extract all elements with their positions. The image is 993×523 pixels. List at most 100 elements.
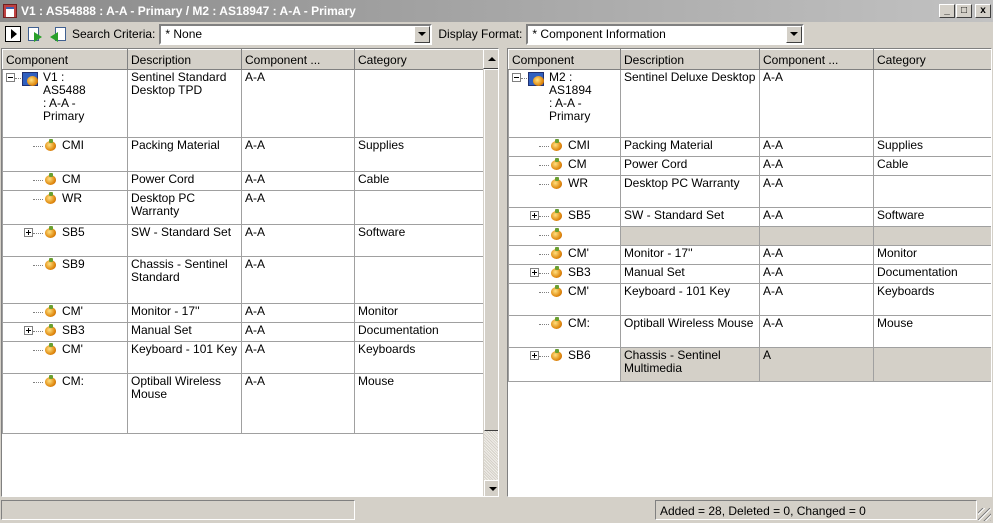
part-icon xyxy=(44,173,58,186)
resize-grip-icon[interactable] xyxy=(978,508,991,521)
chevron-down-icon[interactable] xyxy=(414,25,431,43)
table-row[interactable]: CM Power Cord A-A Cable xyxy=(508,156,991,176)
part-icon xyxy=(44,192,58,205)
revision-cell: A-A xyxy=(241,341,355,374)
category-cell xyxy=(873,226,991,246)
document-export-icon xyxy=(27,26,43,42)
component-id: M2 : AS1894 : A-A - Primary xyxy=(549,70,592,123)
revision-cell: A-A xyxy=(241,303,355,323)
revision-cell: A-A xyxy=(759,207,874,227)
component-id: SB5 xyxy=(568,208,591,222)
left-comparison-pane[interactable]: Component Description Component ... Cate… xyxy=(1,48,499,497)
part-icon xyxy=(550,247,564,260)
column-header-component[interactable]: Component xyxy=(2,49,128,70)
part-icon xyxy=(550,266,564,279)
component-id: WR xyxy=(568,176,588,190)
component-id: CM xyxy=(568,157,587,171)
expand-icon[interactable] xyxy=(24,326,33,335)
column-header-category[interactable]: Category xyxy=(873,49,991,70)
maximize-button[interactable]: □ xyxy=(956,4,972,18)
table-row[interactable]: CMI Packing Material A-A Supplies xyxy=(508,137,991,157)
search-criteria-select[interactable]: * None xyxy=(159,23,433,45)
table-row[interactable]: CM' Keyboard - 101 Key A-A Keyboards xyxy=(2,341,484,374)
scroll-up-top-icon[interactable] xyxy=(483,49,498,69)
revision-cell: A-A xyxy=(241,322,355,342)
description-cell: Monitor - 17'' xyxy=(127,303,242,323)
description-cell: Manual Set xyxy=(127,322,242,342)
table-row[interactable]: CM' Keyboard - 101 Key A-A Keyboards xyxy=(508,283,991,316)
scroll-down-button[interactable] xyxy=(484,480,498,496)
table-row[interactable]: CM: Optiball Wireless Mouse A-A Mouse xyxy=(2,373,484,434)
column-header-category[interactable]: Category xyxy=(354,49,484,70)
collapse-icon[interactable] xyxy=(512,73,521,82)
category-cell xyxy=(354,256,484,304)
chevron-down-icon[interactable] xyxy=(786,25,803,43)
category-cell: Mouse xyxy=(354,373,484,434)
import-button[interactable] xyxy=(48,25,66,43)
category-cell: Documentation xyxy=(354,322,484,342)
close-button[interactable]: x xyxy=(975,4,991,18)
revision-cell: A-A xyxy=(241,171,355,191)
toolbar: Search Criteria: * None Display Format: … xyxy=(0,22,993,46)
column-header-revision[interactable]: Component ... xyxy=(241,49,355,70)
expand-icon[interactable] xyxy=(530,268,539,277)
description-cell: Chassis - Sentinel Standard xyxy=(127,256,242,304)
table-row[interactable]: CMI Packing Material A-A Supplies xyxy=(2,137,484,172)
revision-cell: A-A xyxy=(241,190,355,225)
category-cell xyxy=(354,69,484,138)
display-format-select[interactable]: * Component Information xyxy=(526,23,805,45)
description-cell: Monitor - 17'' xyxy=(620,245,760,265)
description-cell: Power Cord xyxy=(127,171,242,191)
display-format-value: * Component Information xyxy=(532,27,666,41)
table-row[interactable]: CM: Optiball Wireless Mouse A-A Mouse xyxy=(508,315,991,348)
export-button[interactable] xyxy=(26,25,44,43)
table-row-changed[interactable]: SB6 Chassis - Sentinel Multimedia A xyxy=(508,347,991,382)
category-cell: Supplies xyxy=(873,137,991,157)
expand-icon[interactable] xyxy=(530,351,539,360)
table-row-placeholder[interactable] xyxy=(508,226,991,246)
table-row[interactable]: CM' Monitor - 17'' A-A Monitor xyxy=(2,303,484,323)
category-cell: Cable xyxy=(873,156,991,176)
description-cell: Packing Material xyxy=(620,137,760,157)
status-panel-left xyxy=(1,500,355,520)
revision-cell xyxy=(759,226,874,246)
table-row[interactable]: V1 : AS5488 : A-A - Primary Sentinel Sta… xyxy=(2,69,484,138)
revision-cell: A-A xyxy=(759,264,874,284)
description-cell: Manual Set xyxy=(620,264,760,284)
table-row[interactable]: SB3 Manual Set A-A Documentation xyxy=(2,322,484,342)
table-row[interactable]: WR Desktop PC Warranty A-A xyxy=(508,175,991,208)
revision-cell: A-A xyxy=(759,283,874,316)
column-header-component[interactable]: Component xyxy=(508,49,621,70)
component-id: CM: xyxy=(62,374,84,388)
collapse-icon[interactable] xyxy=(6,73,15,82)
expand-icon[interactable] xyxy=(24,228,33,237)
play-button[interactable] xyxy=(4,25,22,43)
table-row[interactable]: CM' Monitor - 17'' A-A Monitor xyxy=(508,245,991,265)
expand-icon[interactable] xyxy=(530,211,539,220)
description-cell: SW - Standard Set xyxy=(127,224,242,257)
category-cell: Software xyxy=(354,224,484,257)
category-cell: Documentation xyxy=(873,264,991,284)
part-icon xyxy=(44,324,58,337)
vertical-scrollbar[interactable] xyxy=(483,69,498,496)
column-header-description[interactable]: Description xyxy=(127,49,242,70)
description-cell: Desktop PC Warranty xyxy=(620,175,760,208)
component-id: SB5 xyxy=(62,225,85,239)
category-cell xyxy=(873,69,991,138)
table-row[interactable]: SB3 Manual Set A-A Documentation xyxy=(508,264,991,284)
minimize-button[interactable]: _ xyxy=(939,4,955,18)
part-icon xyxy=(44,139,58,152)
table-row[interactable]: WR Desktop PC Warranty A-A xyxy=(2,190,484,225)
revision-cell: A-A xyxy=(759,245,874,265)
table-row[interactable]: SB5 SW - Standard Set A-A Software xyxy=(508,207,991,227)
title-bar: V1 : AS54888 : A-A - Primary / M2 : AS18… xyxy=(0,0,993,22)
column-header-revision[interactable]: Component ... xyxy=(759,49,874,70)
table-row[interactable]: SB5 SW - Standard Set A-A Software xyxy=(2,224,484,257)
right-comparison-pane[interactable]: Component Description Component ... Cate… xyxy=(507,48,992,497)
document-import-icon xyxy=(49,26,66,42)
table-row[interactable]: M2 : AS1894 : A-A - Primary Sentinel Del… xyxy=(508,69,991,138)
table-row[interactable]: SB9 Chassis - Sentinel Standard A-A xyxy=(2,256,484,304)
table-row[interactable]: CM Power Cord A-A Cable xyxy=(2,171,484,191)
column-header-description[interactable]: Description xyxy=(620,49,760,70)
scrollbar-thumb[interactable] xyxy=(484,69,498,431)
